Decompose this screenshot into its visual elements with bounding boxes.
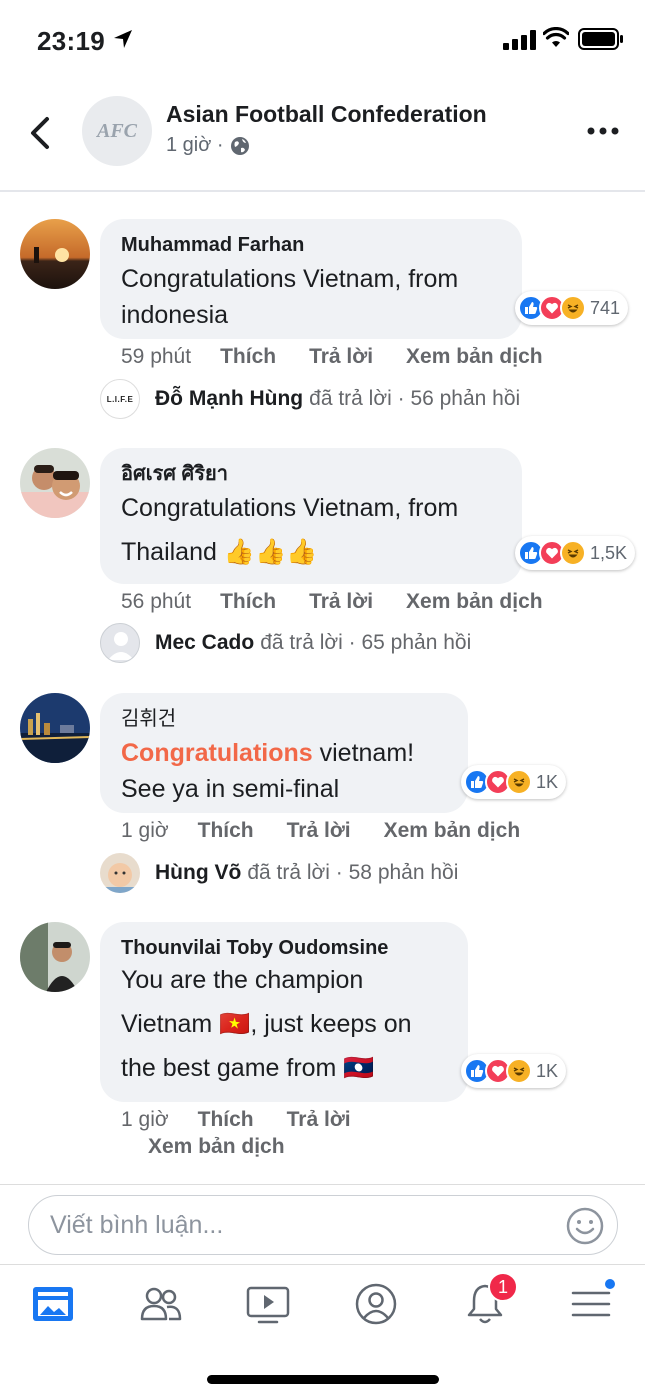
comment-actions: 1 giờ Thích Trả lời	[121, 1108, 384, 1132]
comment-time: 56 phút	[121, 590, 192, 613]
comment-author[interactable]: Thounvilai Toby Oudomsine	[121, 936, 448, 960]
notification-badge: 1	[488, 1272, 518, 1302]
reply-avatar: L.I.F.E	[100, 379, 140, 419]
see-translation-button[interactable]: Xem bản dịch	[406, 590, 543, 614]
reply-summary: đã trả lời · 56 phản hồi	[309, 387, 521, 410]
comment-bubble[interactable]: อิศเรศ ศิริยา Congratulations Vietnam, f…	[100, 448, 522, 584]
see-translation-button[interactable]: Xem bản dịch	[406, 345, 543, 369]
reply-button[interactable]: Trả lời	[309, 345, 373, 369]
reply-button[interactable]: Trả lời	[287, 1108, 351, 1132]
reply-author[interactable]: Mec Cado	[155, 631, 254, 655]
reaction-count: 1K	[536, 1060, 559, 1081]
page-name[interactable]: Asian Football Confederation	[166, 101, 487, 128]
comment-bubble[interactable]: 김휘건 Congratulations vietnam! See ya in s…	[100, 693, 468, 813]
comment-input[interactable]: Viết bình luận...	[28, 1195, 618, 1255]
reaction-count: 1K	[536, 771, 559, 792]
post-meta: 1 giờ ·	[166, 134, 250, 157]
reply-thread[interactable]: L.I.F.E Đỗ Mạnh Hùng đã trả lời · 56 phả…	[100, 379, 520, 419]
reply-summary: đã trả lời · 58 phản hồi	[247, 861, 459, 884]
page-avatar[interactable]: AFC	[82, 96, 152, 166]
comment-text: Congratulations vietnam! See ya in semi-…	[121, 735, 451, 807]
highlighted-keyword[interactable]: Congratulations	[121, 739, 313, 767]
city-night-photo	[20, 693, 90, 763]
reply-thread[interactable]: Mec Cado đã trả lời · 65 phản hồi	[100, 623, 471, 663]
comment-actions: 56 phút Thích Trả lời Xem bản dịch	[121, 590, 576, 614]
haha-reaction-icon	[506, 1058, 532, 1084]
comment-time: 59 phút	[121, 345, 192, 368]
news-feed-icon[interactable]	[30, 1281, 76, 1327]
emoji-icon[interactable]	[565, 1206, 605, 1246]
home-indicator[interactable]	[207, 1375, 439, 1384]
comment-text: Congratulations Vietnam, from indonesia	[121, 265, 459, 329]
comment-author[interactable]: 김휘건	[121, 707, 448, 731]
haha-reaction-icon	[560, 540, 586, 566]
post-time: 1 giờ ·	[166, 134, 224, 156]
haha-reaction-icon	[560, 295, 586, 321]
globe-icon	[230, 136, 249, 155]
wifi-icon	[543, 27, 569, 47]
baby-photo	[100, 853, 140, 893]
battery-icon	[578, 28, 623, 50]
haha-reaction-icon	[506, 769, 532, 795]
see-translation-button[interactable]: Xem bản dịch	[148, 1135, 285, 1159]
like-button[interactable]: Thích	[198, 1108, 254, 1132]
reaction-count: 1,5K	[590, 542, 628, 563]
comment-line: Vietnam 🇻🇳, just keeps on	[121, 1010, 412, 1038]
comment-compose-bar: Viết bình luận...	[0, 1184, 645, 1264]
see-translation-button[interactable]: Xem bản dịch	[384, 819, 521, 843]
comment-text: Congratulations Vietnam, from Thailand 👍…	[121, 494, 459, 566]
reaction-summary[interactable]: 741	[515, 291, 629, 325]
comment-actions: 59 phút Thích Trả lời Xem bản dịch	[121, 345, 576, 369]
reaction-count: 741	[590, 297, 621, 318]
like-button[interactable]: Thích	[198, 819, 254, 843]
menu-indicator-dot	[603, 1277, 617, 1291]
profile-icon[interactable]	[353, 1281, 399, 1327]
reply-avatar	[100, 623, 140, 663]
watch-video-icon[interactable]	[245, 1281, 291, 1327]
comment-bubble[interactable]: Thounvilai Toby Oudomsine You are the ch…	[100, 922, 468, 1102]
reply-summary: đã trả lời · 65 phản hồi	[260, 631, 472, 654]
comment-author[interactable]: อิศเรศ ศิริยา	[121, 462, 502, 486]
status-time: 23:19	[37, 26, 105, 56]
reply-author[interactable]: Hùng Võ	[155, 861, 241, 885]
reply-button[interactable]: Trả lời	[309, 590, 373, 614]
more-options-icon[interactable]	[586, 124, 620, 138]
reply-author[interactable]: Đỗ Mạnh Hùng	[155, 387, 303, 411]
comment-input-placeholder: Viết bình luận...	[50, 1211, 224, 1239]
reply-avatar	[100, 853, 140, 893]
commenter-avatar[interactable]	[20, 693, 90, 763]
comment-actions-second-row: Xem bản dịch	[148, 1135, 318, 1159]
cellular-signal-icon	[503, 30, 536, 50]
commenter-avatar[interactable]	[20, 219, 90, 289]
reply-thread[interactable]: Hùng Võ đã trả lời · 58 phản hồi	[100, 853, 458, 893]
comment-line: the best game from 🇱🇦	[121, 1054, 375, 1082]
commenter-avatar[interactable]	[20, 922, 90, 992]
friends-icon[interactable]	[138, 1281, 184, 1327]
comment-text: You are the champion Vietnam 🇻🇳, just ke…	[121, 958, 448, 1090]
back-arrow-icon[interactable]	[28, 116, 54, 150]
profile-photo	[20, 922, 90, 992]
afc-logo: AFC	[96, 119, 138, 142]
reaction-summary[interactable]: 1K	[461, 765, 567, 799]
reaction-summary[interactable]: 1K	[461, 1054, 567, 1088]
sunset-photo	[20, 219, 90, 289]
status-bar: 23:19	[0, 0, 645, 80]
comment-time: 1 giờ	[121, 819, 169, 842]
like-button[interactable]: Thích	[220, 345, 276, 369]
commenter-avatar[interactable]	[20, 448, 90, 518]
reaction-summary[interactable]: 1,5K	[515, 536, 636, 570]
reply-button[interactable]: Trả lời	[287, 819, 351, 843]
profile-photo	[20, 448, 90, 518]
comment-bubble[interactable]: Muhammad Farhan Congratulations Vietnam,…	[100, 219, 522, 339]
default-profile-icon	[108, 632, 134, 660]
comment-actions: 1 giờ Thích Trả lời Xem bản dịch	[121, 819, 553, 843]
comment-author[interactable]: Muhammad Farhan	[121, 233, 502, 257]
life-logo: L.I.F.E	[106, 394, 134, 404]
location-arrow-icon	[114, 30, 132, 48]
comment-time: 1 giờ	[121, 1108, 169, 1131]
like-button[interactable]: Thích	[220, 590, 276, 614]
post-header: AFC Asian Football Confederation 1 giờ ·	[0, 80, 645, 192]
comment-line: You are the champion	[121, 966, 364, 994]
